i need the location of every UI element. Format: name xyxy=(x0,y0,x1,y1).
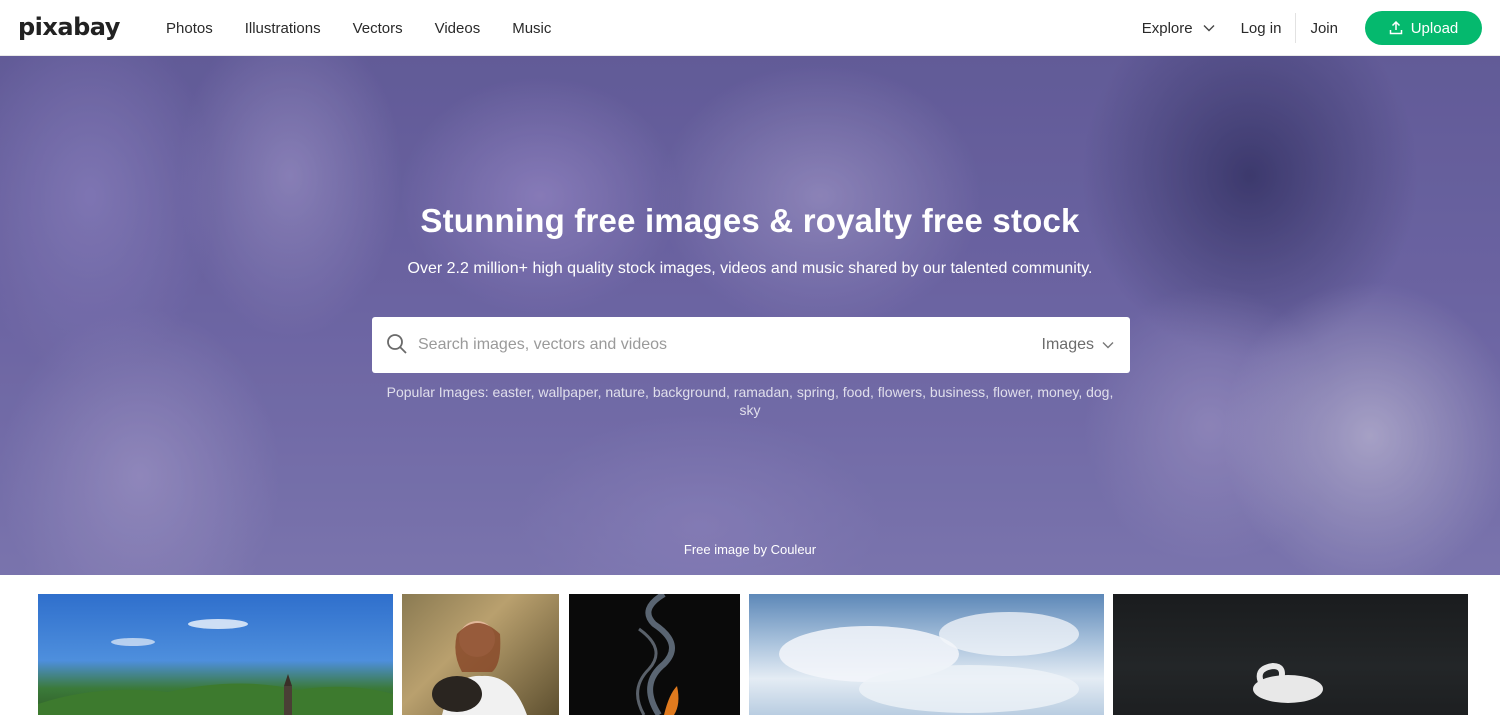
media-type-label: Images xyxy=(1041,336,1094,353)
hero-image-overlay xyxy=(0,56,1500,575)
nav-vectors[interactable]: Vectors xyxy=(353,20,403,37)
media-type-dropdown[interactable]: Images xyxy=(1042,317,1114,373)
chevron-down-icon xyxy=(1102,342,1114,349)
popular-tag[interactable]: easter xyxy=(492,384,530,400)
nav-music[interactable]: Music xyxy=(512,20,551,37)
image-grid xyxy=(0,594,1500,715)
upload-label: Upload xyxy=(1410,19,1459,37)
thumbnail-swan-dark-water[interactable] xyxy=(1113,594,1468,715)
popular-searches: Popular Images: easter, wallpaper, natur… xyxy=(386,384,1114,418)
thumbnail-church-landscape[interactable] xyxy=(38,594,393,715)
popular-tag[interactable]: food xyxy=(843,384,870,400)
hero-title: Stunning free images & royalty free stoc… xyxy=(420,202,1080,239)
account-nav: Explore Log in Join Upload xyxy=(1142,0,1482,56)
search-input[interactable] xyxy=(418,317,1018,373)
smoke-illustration xyxy=(636,594,679,715)
thumbnail-woman-with-dog[interactable] xyxy=(402,594,559,715)
popular-tag[interactable]: nature xyxy=(605,384,645,400)
landscape-illustration xyxy=(38,619,393,715)
nav-photos[interactable]: Photos xyxy=(166,20,213,37)
main-nav: Photos Illustrations Vectors Videos Musi… xyxy=(166,0,551,56)
popular-tag[interactable]: business xyxy=(930,384,985,400)
top-navigation-bar: pixabay Photos Illustrations Vectors Vid… xyxy=(0,0,1500,56)
popular-tag[interactable]: flower xyxy=(993,384,1030,400)
popular-tag[interactable]: wallpaper xyxy=(538,384,597,400)
popular-tag[interactable]: money xyxy=(1037,384,1078,400)
nav-illustrations[interactable]: Illustrations xyxy=(245,20,321,37)
thumbnail-clouds-sky[interactable] xyxy=(749,594,1104,715)
search-bar: Images xyxy=(372,317,1130,373)
popular-tag[interactable]: dog xyxy=(1086,384,1109,400)
search-icon[interactable] xyxy=(386,333,408,355)
thumbnail-smoke-flame[interactable] xyxy=(569,594,740,715)
popular-tag[interactable]: sky xyxy=(740,402,761,418)
explore-label: Explore xyxy=(1141,19,1193,37)
popular-tag[interactable]: flowers xyxy=(878,384,922,400)
explore-dropdown[interactable]: Explore xyxy=(1142,20,1215,37)
upload-button[interactable]: Upload xyxy=(1365,11,1482,45)
hero-subtitle: Over 2.2 million+ high quality stock ima… xyxy=(407,260,1093,277)
chevron-down-icon xyxy=(1203,25,1215,32)
pixabay-logo[interactable]: pixabay xyxy=(18,13,120,41)
join-link[interactable]: Join xyxy=(1296,20,1338,37)
clouds-illustration xyxy=(779,612,1079,713)
hero-banner: Stunning free images & royalty free stoc… xyxy=(0,56,1500,575)
popular-tag[interactable]: background xyxy=(653,384,726,400)
popular-tag[interactable]: spring xyxy=(797,384,835,400)
login-link[interactable]: Log in xyxy=(1241,13,1297,43)
swan-illustration xyxy=(1253,662,1323,703)
upload-icon xyxy=(1389,21,1402,35)
portrait-illustration xyxy=(432,621,527,715)
nav-videos[interactable]: Videos xyxy=(435,20,481,37)
popular-tag[interactable]: ramadan xyxy=(734,384,789,400)
image-credit[interactable]: Free image by Couleur xyxy=(0,542,1500,557)
popular-label: Popular Images: xyxy=(386,384,489,400)
